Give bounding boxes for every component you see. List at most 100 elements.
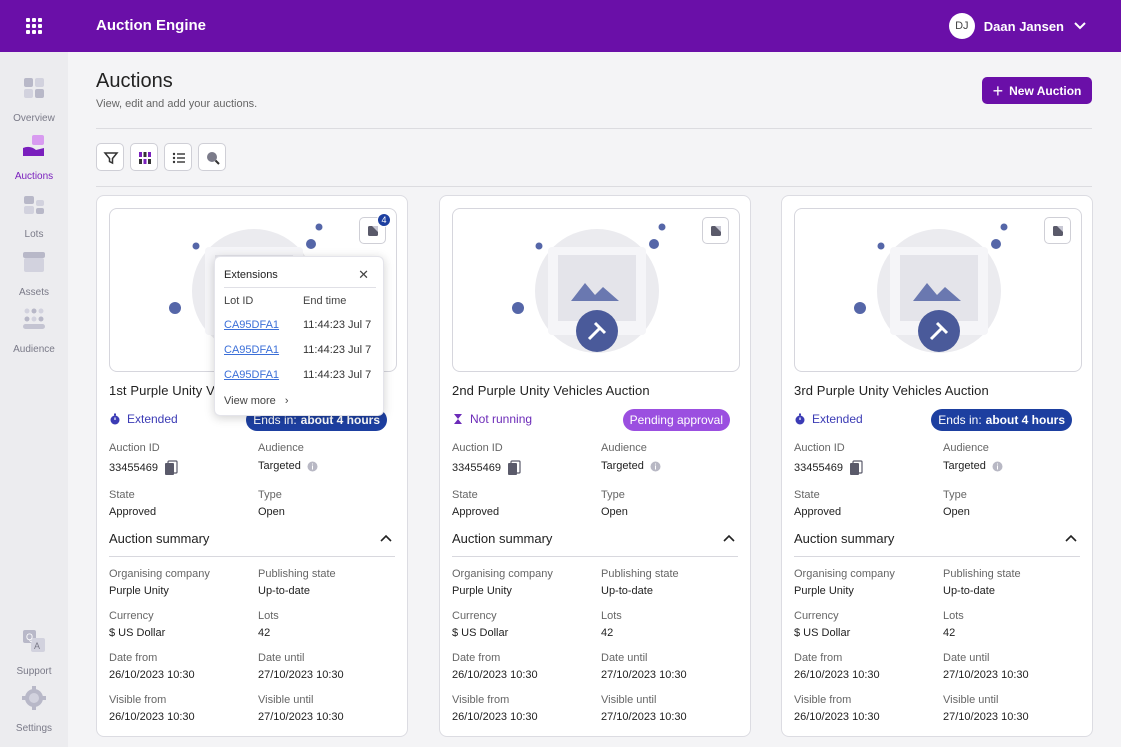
date-from-label: Date from xyxy=(109,652,158,664)
auction-title: 1st Purple Unity V xyxy=(109,383,215,398)
auction-id-text: 33455469 xyxy=(109,462,158,474)
audience-icon xyxy=(23,308,45,329)
status-indicator: Extended xyxy=(109,412,178,426)
ends-in-value: about 4 hours xyxy=(985,413,1065,427)
date-from-value: 26/10/2023 10:30 xyxy=(452,669,538,681)
visible-until-label: Visible until xyxy=(601,694,657,706)
sidebar-item-auctions[interactable]: Auctions xyxy=(0,130,68,182)
copy-icon[interactable] xyxy=(507,460,521,476)
user-menu[interactable]: DJ Daan Jansen xyxy=(948,13,1087,39)
currency-value: $ US Dollar xyxy=(452,627,509,639)
sidebar-item-assets[interactable]: Assets xyxy=(0,246,68,298)
extensions-button[interactable] xyxy=(702,217,729,244)
sidebar-item-support[interactable]: QA Support xyxy=(0,625,68,677)
status-label: Extended xyxy=(812,412,863,426)
sidebar-label: Assets xyxy=(18,287,49,298)
auction-summary-label: Auction summary xyxy=(452,531,553,546)
date-until-label: Date until xyxy=(601,652,648,664)
auction-id-value: 33455469 xyxy=(794,460,863,476)
close-icon[interactable]: ✕ xyxy=(358,267,369,283)
state-label: State xyxy=(452,489,478,501)
auction-title: 2nd Purple Unity Vehicles Auction xyxy=(452,383,650,398)
audience-value: Targeted xyxy=(601,460,661,472)
chevron-right-icon: › xyxy=(284,395,289,407)
view-more-link[interactable]: View more › xyxy=(224,395,289,407)
status-indicator: Extended xyxy=(794,412,863,426)
chevron-up-icon xyxy=(1065,534,1077,542)
audience-text: Targeted xyxy=(601,460,644,472)
auction-card[interactable]: 3rd Purple Unity Vehicles Auction Extend… xyxy=(781,195,1093,737)
date-from-value: 26/10/2023 10:30 xyxy=(794,669,880,681)
audience-label: Audience xyxy=(601,442,647,454)
sidebar-item-settings[interactable]: Settings xyxy=(0,682,68,734)
chevron-down-icon xyxy=(1074,22,1086,30)
overview-icon xyxy=(24,78,44,98)
end-time-value: 11:44:23 Jul 7 xyxy=(303,344,372,356)
auction-summary-label: Auction summary xyxy=(109,531,210,546)
state-value: Approved xyxy=(794,506,842,518)
extensions-popover: Extensions ✕ Lot ID End time CA95DFA1 11… xyxy=(214,256,384,416)
end-time-header: End time xyxy=(303,295,347,307)
lot-id-link[interactable]: CA95DFA1 xyxy=(224,369,279,381)
search-button[interactable] xyxy=(198,143,226,171)
type-label: Type xyxy=(258,489,282,501)
date-until-value: 27/10/2023 10:30 xyxy=(601,669,687,681)
lots-value: 42 xyxy=(258,627,271,639)
sidebar-label: Support xyxy=(16,666,52,677)
publishing-state-value: Up-to-date xyxy=(258,585,310,597)
user-name: Daan Jansen xyxy=(983,18,1064,34)
copy-icon[interactable] xyxy=(849,460,863,476)
columns-button[interactable] xyxy=(130,143,158,171)
date-until-value: 27/10/2023 10:30 xyxy=(943,669,1029,681)
info-icon[interactable] xyxy=(992,461,1003,472)
audience-text: Targeted xyxy=(258,460,301,472)
auction-summary-toggle[interactable]: Auction summary xyxy=(452,531,738,557)
lots-label: Lots xyxy=(601,610,622,622)
status-indicator: Not running xyxy=(452,412,532,426)
publishing-state-value: Up-to-date xyxy=(943,585,995,597)
lot-id-link[interactable]: CA95DFA1 xyxy=(224,319,279,331)
sidebar-item-lots[interactable]: Lots xyxy=(0,188,68,240)
end-time-value: 11:44:23 Jul 7 xyxy=(303,319,372,331)
list-view-button[interactable] xyxy=(164,143,192,171)
organising-company-label: Organising company xyxy=(794,568,895,580)
filter-button[interactable] xyxy=(96,143,124,171)
currency-label: Currency xyxy=(109,610,154,622)
filter-icon xyxy=(103,152,119,165)
extensions-button[interactable] xyxy=(1044,217,1071,244)
lots-label: Lots xyxy=(258,610,279,622)
state-value: Approved xyxy=(109,506,157,518)
svg-text:A: A xyxy=(34,641,40,651)
visible-from-label: Visible from xyxy=(109,694,167,706)
new-auction-label: New Auction xyxy=(1009,83,1082,98)
visible-until-value: 27/10/2023 10:30 xyxy=(943,711,1029,723)
app-title: Auction Engine xyxy=(96,17,206,34)
audience-value: Targeted xyxy=(943,460,1003,472)
organising-company-label: Organising company xyxy=(109,568,210,580)
visible-until-label: Visible until xyxy=(943,694,999,706)
sidebar-item-overview[interactable]: Overview xyxy=(0,72,68,124)
support-icon: QA xyxy=(23,630,45,652)
sidebar-label: Settings xyxy=(15,723,53,734)
copy-icon[interactable] xyxy=(164,460,178,476)
info-icon[interactable] xyxy=(307,461,318,472)
page-title: Auctions xyxy=(96,70,173,92)
auction-card[interactable]: 2nd Purple Unity Vehicles Auction Not ru… xyxy=(439,195,751,737)
audience-label: Audience xyxy=(943,442,989,454)
avatar: DJ xyxy=(948,13,975,39)
auction-summary-toggle[interactable]: Auction summary xyxy=(109,531,395,557)
extensions-button[interactable]: 4 xyxy=(359,213,391,244)
auction-summary-toggle[interactable]: Auction summary xyxy=(794,531,1080,557)
info-icon[interactable] xyxy=(650,461,661,472)
visible-from-value: 26/10/2023 10:30 xyxy=(452,711,538,723)
audience-text: Targeted xyxy=(943,460,986,472)
auction-id-value: 33455469 xyxy=(452,460,521,476)
publishing-state-value: Up-to-date xyxy=(601,585,653,597)
lots-label: Lots xyxy=(943,610,964,622)
currency-value: $ US Dollar xyxy=(794,627,851,639)
app-grid-icon[interactable] xyxy=(22,14,46,38)
new-auction-button[interactable]: + New Auction xyxy=(982,77,1092,104)
sidebar-item-audience[interactable]: Audience xyxy=(0,303,68,355)
lot-id-link[interactable]: CA95DFA1 xyxy=(224,344,279,356)
auction-image xyxy=(452,208,740,372)
